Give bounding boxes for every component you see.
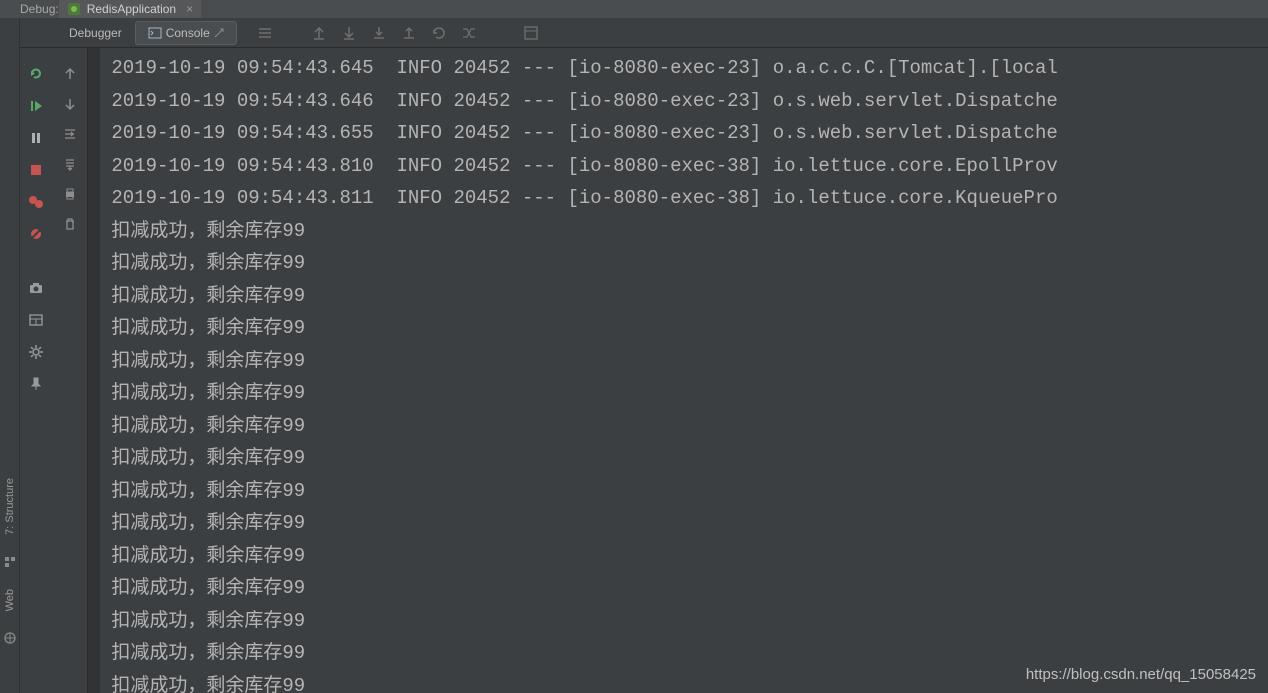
download2-icon[interactable] [371, 25, 387, 41]
scroll-end-icon[interactable] [62, 156, 78, 172]
tab-console[interactable]: Console [135, 21, 237, 45]
pin-tool-icon[interactable] [28, 376, 44, 392]
view-breakpoints-icon[interactable] [28, 194, 44, 210]
run-config-name: RedisApplication [87, 2, 176, 16]
debug-action-rail [20, 48, 52, 693]
gear-icon[interactable] [28, 344, 44, 360]
tab-console-label: Console [166, 26, 210, 40]
debug-toolbar: Debugger Console [0, 18, 1268, 48]
resume-icon[interactable] [28, 98, 44, 114]
console-side-rail [52, 48, 88, 693]
web-tool-label[interactable]: Web [4, 589, 16, 611]
mute-breakpoints-icon[interactable] [28, 226, 44, 242]
console-toolbar-icons [257, 25, 539, 41]
shuffle-icon[interactable] [461, 25, 477, 41]
structure-tool-label[interactable]: 7: Structure [4, 478, 16, 535]
debug-label: Debug: [20, 2, 59, 16]
wrap-toggle-icon[interactable] [62, 126, 78, 142]
debug-sub-tabs: Debugger Console [56, 18, 237, 47]
arrow-up-icon[interactable] [62, 66, 78, 82]
pin-icon [214, 28, 224, 38]
watermark-text: https://blog.csdn.net/qq_15058425 [1026, 666, 1256, 683]
spring-boot-icon [67, 2, 81, 16]
rerun-icon[interactable] [28, 66, 44, 82]
tab-debugger[interactable]: Debugger [56, 21, 135, 45]
tab-debugger-label: Debugger [69, 26, 122, 40]
structure-tool-icon[interactable] [3, 555, 17, 569]
pause-icon[interactable] [28, 130, 44, 146]
console-gutter [88, 48, 100, 693]
export-up-icon[interactable] [311, 25, 327, 41]
download-icon[interactable] [341, 25, 357, 41]
layout-settings-icon[interactable] [28, 312, 44, 328]
debug-top-bar: Debug: RedisApplication × [0, 0, 1268, 18]
stop-icon[interactable] [28, 162, 44, 178]
layout-icon[interactable] [523, 25, 539, 41]
console-output[interactable]: 2019-10-19 09:54:43.645 INFO 20452 --- [… [100, 52, 1268, 693]
upload-icon[interactable] [401, 25, 417, 41]
trash-icon[interactable] [62, 216, 78, 232]
web-tool-icon[interactable] [3, 631, 17, 645]
close-icon[interactable]: × [186, 2, 193, 16]
arrow-down-icon[interactable] [62, 96, 78, 112]
print-icon[interactable] [62, 186, 78, 202]
console-icon [148, 26, 162, 40]
camera-icon[interactable] [28, 280, 44, 296]
soft-wrap-icon[interactable] [257, 25, 273, 41]
run-config-tab[interactable]: RedisApplication × [59, 0, 201, 18]
left-tool-rail: 7: Structure Web [0, 18, 20, 693]
reload-icon[interactable] [431, 25, 447, 41]
